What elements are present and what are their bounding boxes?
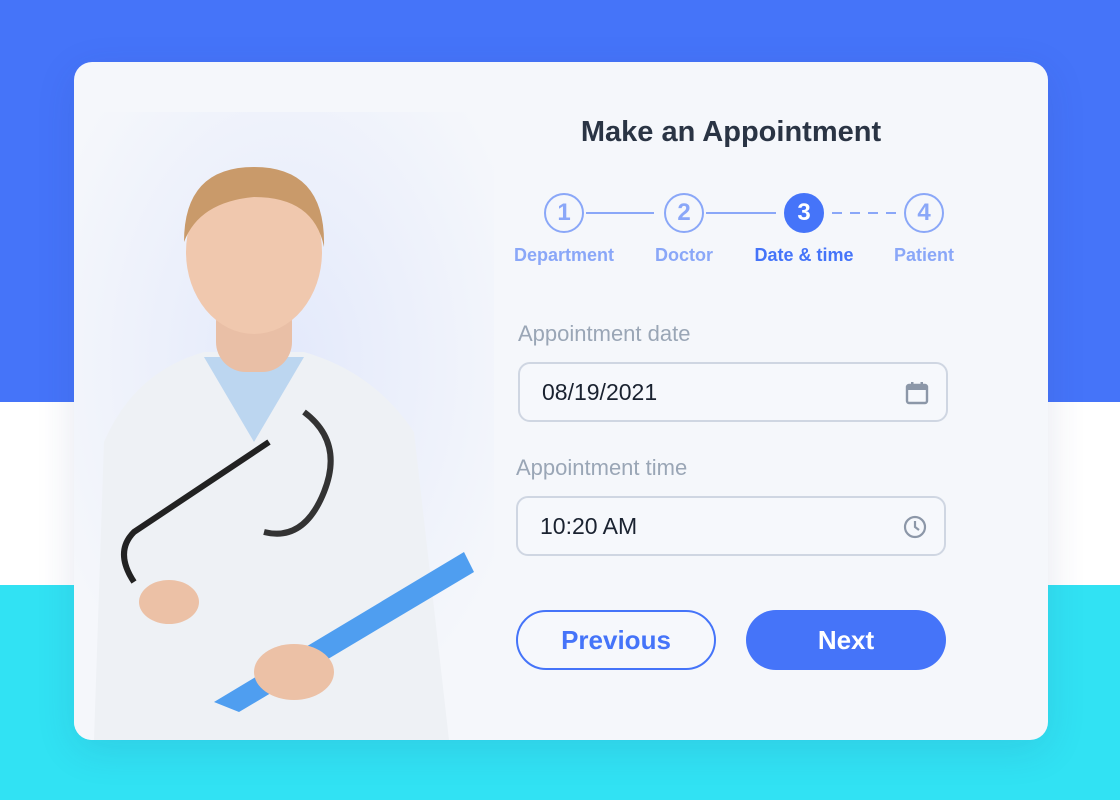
step-number: 1 xyxy=(557,199,571,226)
time-value: 10:20 AM xyxy=(540,512,638,539)
step-number: 4 xyxy=(917,199,931,226)
previous-button[interactable]: Previous xyxy=(516,610,716,670)
next-button[interactable]: Next xyxy=(746,610,946,670)
step-connector-dashed xyxy=(832,212,898,214)
step-2-doctor[interactable]: 2 xyxy=(664,193,704,233)
step-1-department[interactable]: 1 xyxy=(544,193,584,233)
step-label-patient: Patient xyxy=(893,245,954,265)
clock-icon[interactable] xyxy=(902,514,928,540)
doctor-photo xyxy=(74,112,494,740)
step-number: 2 xyxy=(677,199,691,226)
step-label-department: Department xyxy=(513,245,615,265)
date-input[interactable]: 08/19/2021 xyxy=(518,362,948,422)
time-label: Appointment time xyxy=(516,455,688,480)
date-label: Appointment date xyxy=(518,321,691,346)
appointment-card: Make an Appointment 1 2 3 4 Department D… xyxy=(74,62,1048,740)
step-connector xyxy=(586,212,654,214)
date-value: 08/19/2021 xyxy=(542,378,658,405)
step-number: 3 xyxy=(797,199,811,226)
calendar-icon[interactable] xyxy=(904,380,930,406)
step-label-doctor: Doctor xyxy=(655,245,713,265)
step-connector xyxy=(706,212,776,214)
page-title: Make an Appointment xyxy=(580,116,882,148)
step-4-patient[interactable]: 4 xyxy=(904,193,944,233)
step-label-date-time: Date & time xyxy=(754,245,854,265)
step-3-date-time[interactable]: 3 xyxy=(784,193,824,233)
time-input[interactable]: 10:20 AM xyxy=(516,496,946,556)
